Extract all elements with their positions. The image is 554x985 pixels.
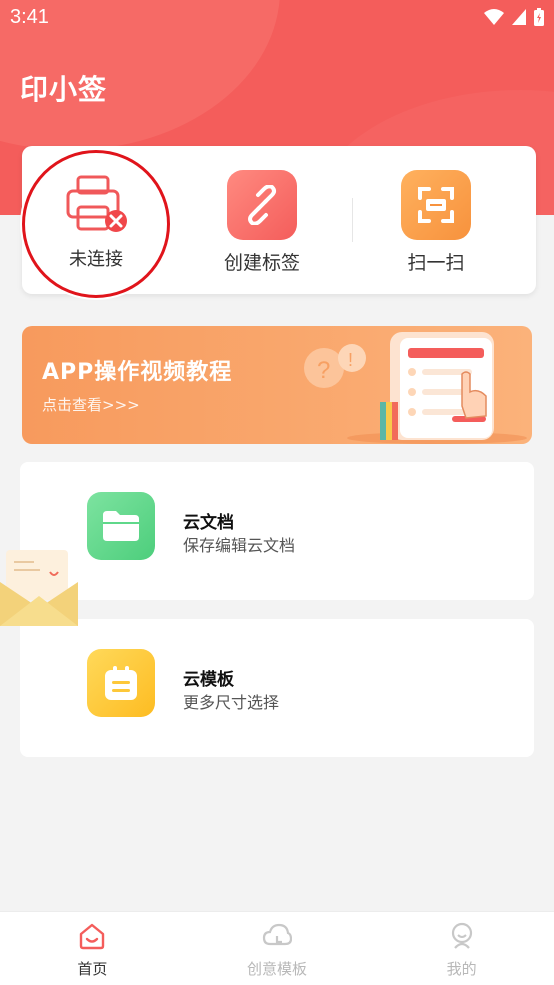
svg-text:!: ! — [348, 350, 353, 370]
cloud-documents-card[interactable]: 云文档 保存编辑云文档 — [20, 462, 534, 600]
card-subtitle: 保存编辑云文档 — [183, 536, 296, 555]
cloud-templates-card[interactable]: 云模板 更多尺寸选择 — [20, 619, 534, 757]
create-label-text: 创建标签 — [223, 252, 300, 274]
tutorial-illustration: ? ! — [304, 332, 527, 444]
svg-text:?: ? — [317, 357, 330, 384]
link-icon — [227, 170, 297, 240]
nav-label: 创意模板 — [247, 960, 308, 978]
floating-message-button[interactable] — [0, 548, 78, 628]
create-label-button[interactable]: 创建标签 — [187, 146, 337, 294]
divider — [352, 198, 353, 242]
nav-profile[interactable]: 我的 — [369, 912, 554, 985]
nav-label: 我的 — [446, 960, 477, 978]
scan-icon — [401, 170, 471, 240]
printer-connect-button[interactable]: 未连接 — [22, 150, 170, 298]
banner-title: APP操作视频教程 — [42, 360, 233, 385]
scan-button[interactable]: 扫一扫 — [361, 146, 511, 294]
envelope-icon — [0, 550, 78, 626]
card-title: 云文档 — [183, 513, 234, 533]
home-icon — [80, 923, 105, 950]
nav-templates[interactable]: 创意模板 — [185, 912, 370, 985]
card-subtitle: 更多尺寸选择 — [183, 693, 280, 712]
app-title: 印小签 — [20, 73, 108, 106]
connection-status: 未连接 — [69, 249, 123, 270]
video-tutorial-banner[interactable]: APP操作视频教程 点击查看>>> ? ! — [22, 326, 532, 444]
bottom-navigation: 首页 创意模板 我的 — [0, 911, 554, 985]
card-title: 云模板 — [183, 670, 234, 690]
cloud-icon — [262, 923, 293, 946]
nav-home[interactable]: 首页 — [0, 912, 185, 985]
status-bar: 3:41 — [0, 0, 554, 40]
wifi-icon — [484, 9, 504, 25]
scan-label-text: 扫一扫 — [407, 252, 465, 274]
nav-label: 首页 — [77, 960, 108, 978]
calendar-icon — [87, 649, 155, 717]
battery-icon — [534, 8, 544, 26]
banner-link[interactable]: 点击查看>>> — [42, 394, 140, 415]
profile-icon — [451, 922, 472, 949]
signal-icon — [512, 9, 526, 25]
printer-disconnected-icon — [66, 175, 127, 232]
folder-icon — [87, 492, 155, 560]
status-time: 3:41 — [10, 6, 49, 28]
